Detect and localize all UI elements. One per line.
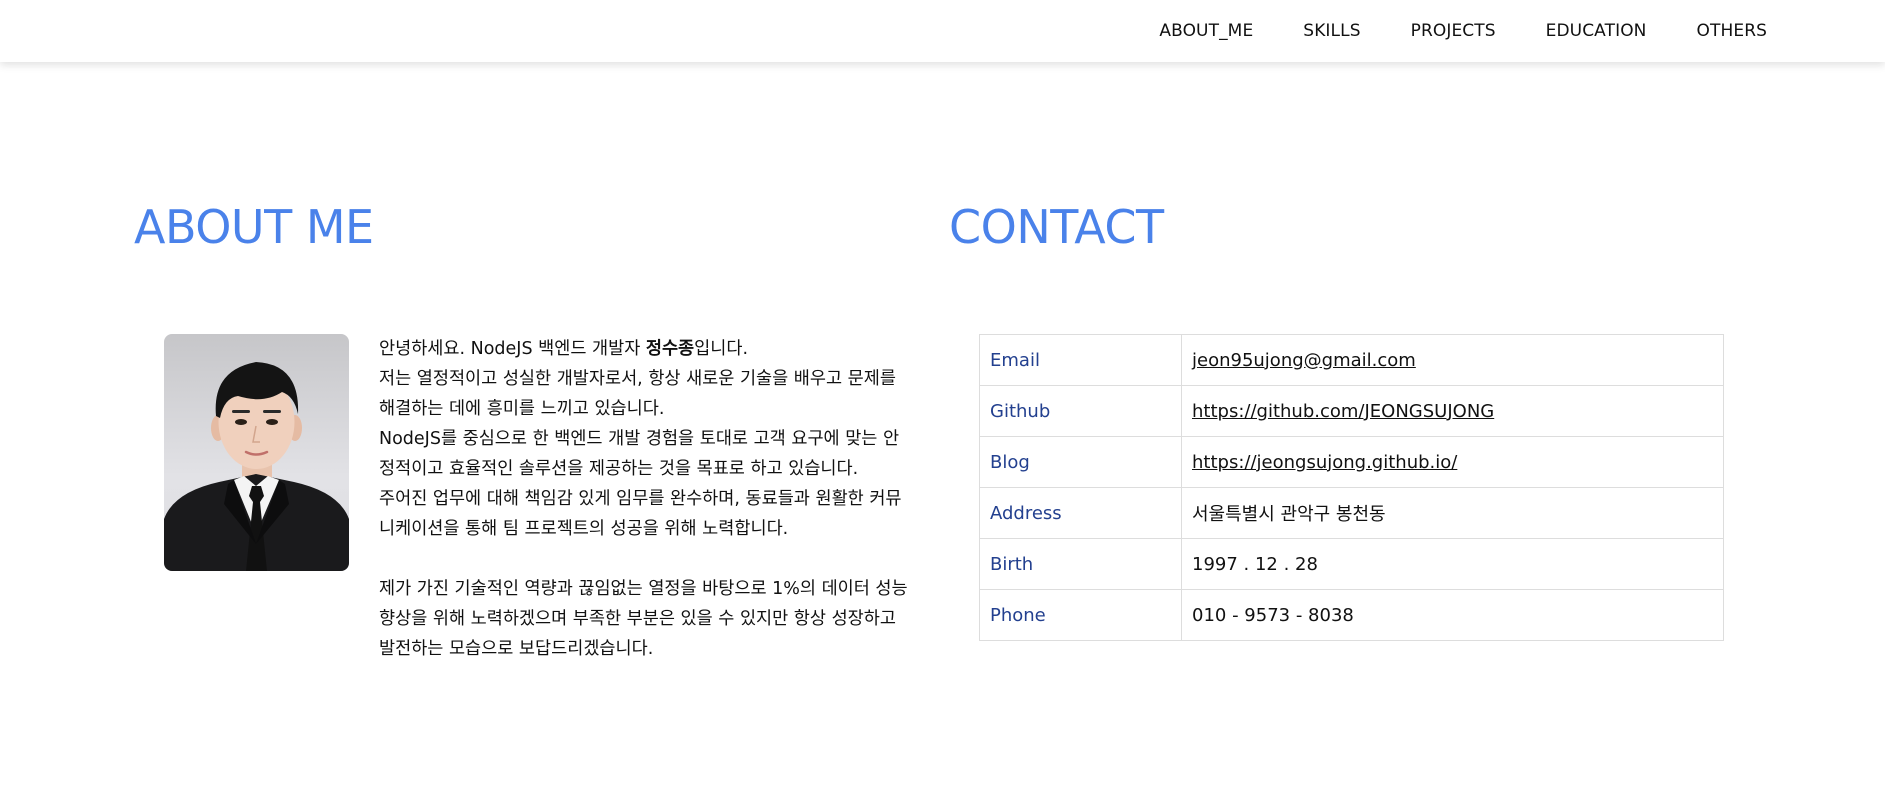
profile-portrait-illustration (164, 362, 349, 571)
contact-table: Email jeon95ujong@gmail.com Github https… (979, 334, 1724, 641)
contact-label-email: Email (979, 334, 1182, 386)
nav-menu: ABOUT_ME SKILLS PROJECTS EDUCATION OTHER… (1159, 0, 1767, 62)
contact-label-phone: Phone (979, 589, 1182, 641)
about-paragraph-2: 저는 열정적이고 성실한 개발자로서, 항상 새로운 기술을 배우고 문제를 해… (379, 369, 896, 419)
intro-prefix: 안녕하세요. NodeJS 백엔드 개발자 (379, 339, 646, 359)
contact-row-address: Address 서울특별시 관악구 봉천동 (979, 487, 1724, 539)
contact-value-birth: 1997 . 12 . 28 (1181, 538, 1724, 590)
contact-value-email: jeon95ujong@gmail.com (1181, 334, 1724, 386)
about-intro: 안녕하세요. NodeJS 백엔드 개발자 정수종입니다. (379, 334, 909, 364)
contact-value-blog: https://jeongsujong.github.io/ (1181, 436, 1724, 488)
about-paragraph-4: 주어진 업무에 대해 책임감 있게 임무를 완수하며, 동료들과 원활한 커뮤니… (379, 489, 902, 539)
contact-row-phone: Phone 010 - 9573 - 8038 (979, 589, 1724, 641)
blog-link[interactable]: https://jeongsujong.github.io/ (1192, 452, 1457, 473)
nav-item-projects[interactable]: PROJECTS (1411, 21, 1496, 41)
contact-value-phone: 010 - 9573 - 8038 (1181, 589, 1724, 641)
contact-value-github: https://github.com/JEONGSUJONG (1181, 385, 1724, 437)
nav-item-education[interactable]: EDUCATION (1546, 21, 1647, 41)
about-paragraph-3: NodeJS를 중심으로 한 백엔드 개발 경험을 토대로 고객 요구에 맞는 … (379, 429, 900, 479)
email-link[interactable]: jeon95ujong@gmail.com (1192, 350, 1416, 371)
contact-label-github: Github (979, 385, 1182, 437)
nav-item-about-me[interactable]: ABOUT_ME (1159, 21, 1253, 41)
profile-photo (164, 334, 349, 571)
contact-label-address: Address (979, 487, 1182, 539)
developer-name: 정수종 (645, 339, 695, 359)
contact-label-blog: Blog (979, 436, 1182, 488)
contact-row-blog: Blog https://jeongsujong.github.io/ (979, 436, 1724, 488)
about-paragraph-5: 제가 가진 기술적인 역량과 끊임없는 열정을 바탕으로 1%의 데이터 성능 … (379, 579, 908, 659)
contact-row-github: Github https://github.com/JEONGSUJONG (979, 385, 1724, 437)
contact-heading: CONTACT (949, 200, 1164, 254)
contact-row-email: Email jeon95ujong@gmail.com (979, 334, 1724, 386)
about-me-text: 안녕하세요. NodeJS 백엔드 개발자 정수종입니다. 저는 열정적이고 성… (379, 334, 909, 664)
nav-item-skills[interactable]: SKILLS (1303, 21, 1360, 41)
about-me-heading: ABOUT ME (134, 200, 374, 254)
github-link[interactable]: https://github.com/JEONGSUJONG (1192, 401, 1494, 422)
nav-item-others[interactable]: OTHERS (1697, 21, 1768, 41)
top-navbar: ABOUT_ME SKILLS PROJECTS EDUCATION OTHER… (0, 0, 1885, 62)
contact-label-birth: Birth (979, 538, 1182, 590)
contact-row-birth: Birth 1997 . 12 . 28 (979, 538, 1724, 590)
intro-suffix: 입니다. (694, 339, 749, 359)
contact-value-address: 서울특별시 관악구 봉천동 (1181, 487, 1724, 539)
